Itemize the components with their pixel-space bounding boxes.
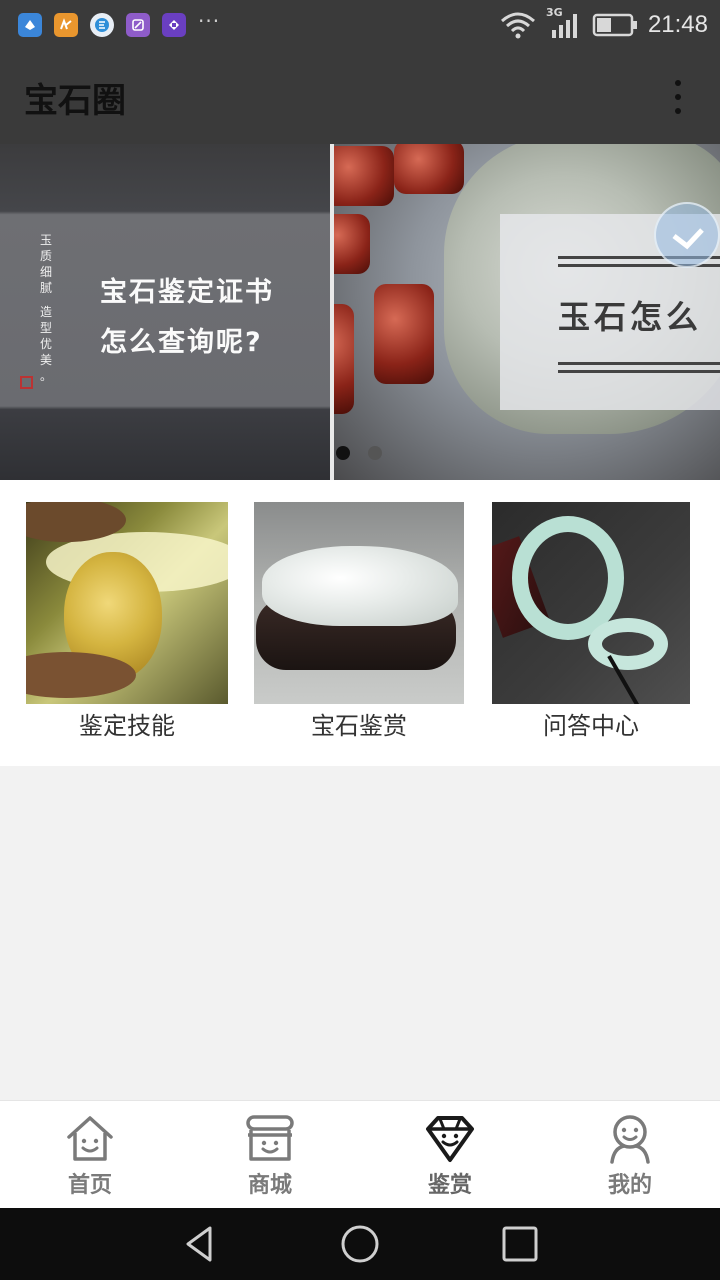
category-image	[254, 502, 464, 704]
app-blue-icon	[18, 13, 42, 37]
app-violet-icon	[162, 13, 186, 37]
bottom-nav: 首页 商城 鉴赏 我的	[0, 1100, 720, 1208]
carousel-indicator	[336, 446, 382, 460]
nav-item-appreciation[interactable]: 鉴赏	[360, 1101, 540, 1209]
more-vert-icon[interactable]	[666, 73, 690, 121]
profile-icon	[610, 1115, 650, 1164]
check-badge-icon	[654, 202, 720, 268]
jade-beast-image	[262, 546, 458, 626]
banner-carousel[interactable]: 玉质细腻 造型优美。 宝石鉴定证书 怎么查询呢? 玉石怎么	[0, 144, 720, 480]
recents-button[interactable]	[440, 1208, 600, 1280]
back-icon	[186, 1226, 212, 1262]
slide-rule	[558, 370, 720, 373]
carousel-dot[interactable]	[368, 446, 382, 460]
slide-title-line-2: 怎么查询呢?	[100, 327, 263, 358]
circle-home-icon	[341, 1225, 379, 1263]
category-label: 鉴定技能	[79, 712, 175, 740]
seal-icon	[20, 376, 33, 389]
system-nav-bar	[0, 1208, 720, 1280]
slide-vertical-text-2: 造型优美。	[40, 305, 53, 383]
category-gem-appreciation[interactable]: 宝石鉴赏	[254, 502, 464, 744]
category-grid: 鉴定技能 宝石鉴赏 问答中心	[0, 480, 720, 766]
nav-label: 鉴赏	[427, 1173, 472, 1198]
category-qa-center[interactable]: 问答中心	[492, 502, 690, 744]
slide-title: 玉石怎么	[558, 298, 703, 336]
status-bar: ··· 3G 21:48	[0, 0, 720, 50]
carousel-dot[interactable]	[336, 446, 350, 460]
slide-title-line-1: 宝石鉴定证书	[100, 277, 274, 308]
app-title: 宝石圈	[24, 80, 126, 121]
category-label: 问答中心	[543, 712, 639, 740]
category-image	[26, 502, 228, 704]
nav-item-home[interactable]: 首页	[0, 1101, 180, 1209]
bead-image	[334, 214, 370, 274]
jade-ring-image	[588, 618, 668, 670]
app-purple-icon	[126, 13, 150, 37]
bead-image	[334, 304, 354, 414]
bead-image	[334, 146, 394, 206]
slide-rule	[558, 362, 720, 365]
category-image	[492, 502, 690, 704]
app-circle-e-icon	[90, 13, 114, 37]
diamond-icon	[426, 1116, 474, 1162]
more-notifications-icon: ···	[198, 9, 221, 33]
cell-signal: 3G	[546, 6, 582, 40]
status-indicators: 3G 21:48	[500, 6, 708, 40]
clock: 21:48	[647, 11, 708, 38]
signal-icon	[551, 14, 577, 38]
nav-label: 我的	[607, 1173, 652, 1198]
nav-item-store[interactable]: 商城	[180, 1101, 360, 1209]
nav-label: 首页	[67, 1173, 112, 1198]
banner-slide-certificate[interactable]: 玉质细腻 造型优美。 宝石鉴定证书 怎么查询呢?	[0, 144, 330, 480]
nav-item-profile[interactable]: 我的	[540, 1101, 720, 1209]
battery-icon	[592, 13, 637, 37]
notification-icons: ···	[18, 9, 220, 37]
wifi-icon	[500, 12, 535, 39]
home-button[interactable]	[280, 1208, 440, 1280]
square-recents-icon	[502, 1226, 538, 1262]
store-icon	[246, 1115, 294, 1161]
home-icon	[67, 1116, 113, 1161]
category-identification-skills[interactable]: 鉴定技能	[26, 502, 228, 744]
bead-image	[374, 284, 434, 384]
nav-label: 商城	[247, 1173, 292, 1198]
banner-slide-jade[interactable]: 玉石怎么	[334, 144, 720, 480]
category-label: 宝石鉴赏	[311, 712, 407, 740]
back-button[interactable]	[120, 1208, 280, 1280]
slide-vertical-text-1: 玉质细腻	[40, 233, 53, 295]
app-bar: 宝石圈	[0, 50, 720, 144]
bead-image	[394, 144, 464, 194]
app-orange-icon	[54, 13, 78, 37]
